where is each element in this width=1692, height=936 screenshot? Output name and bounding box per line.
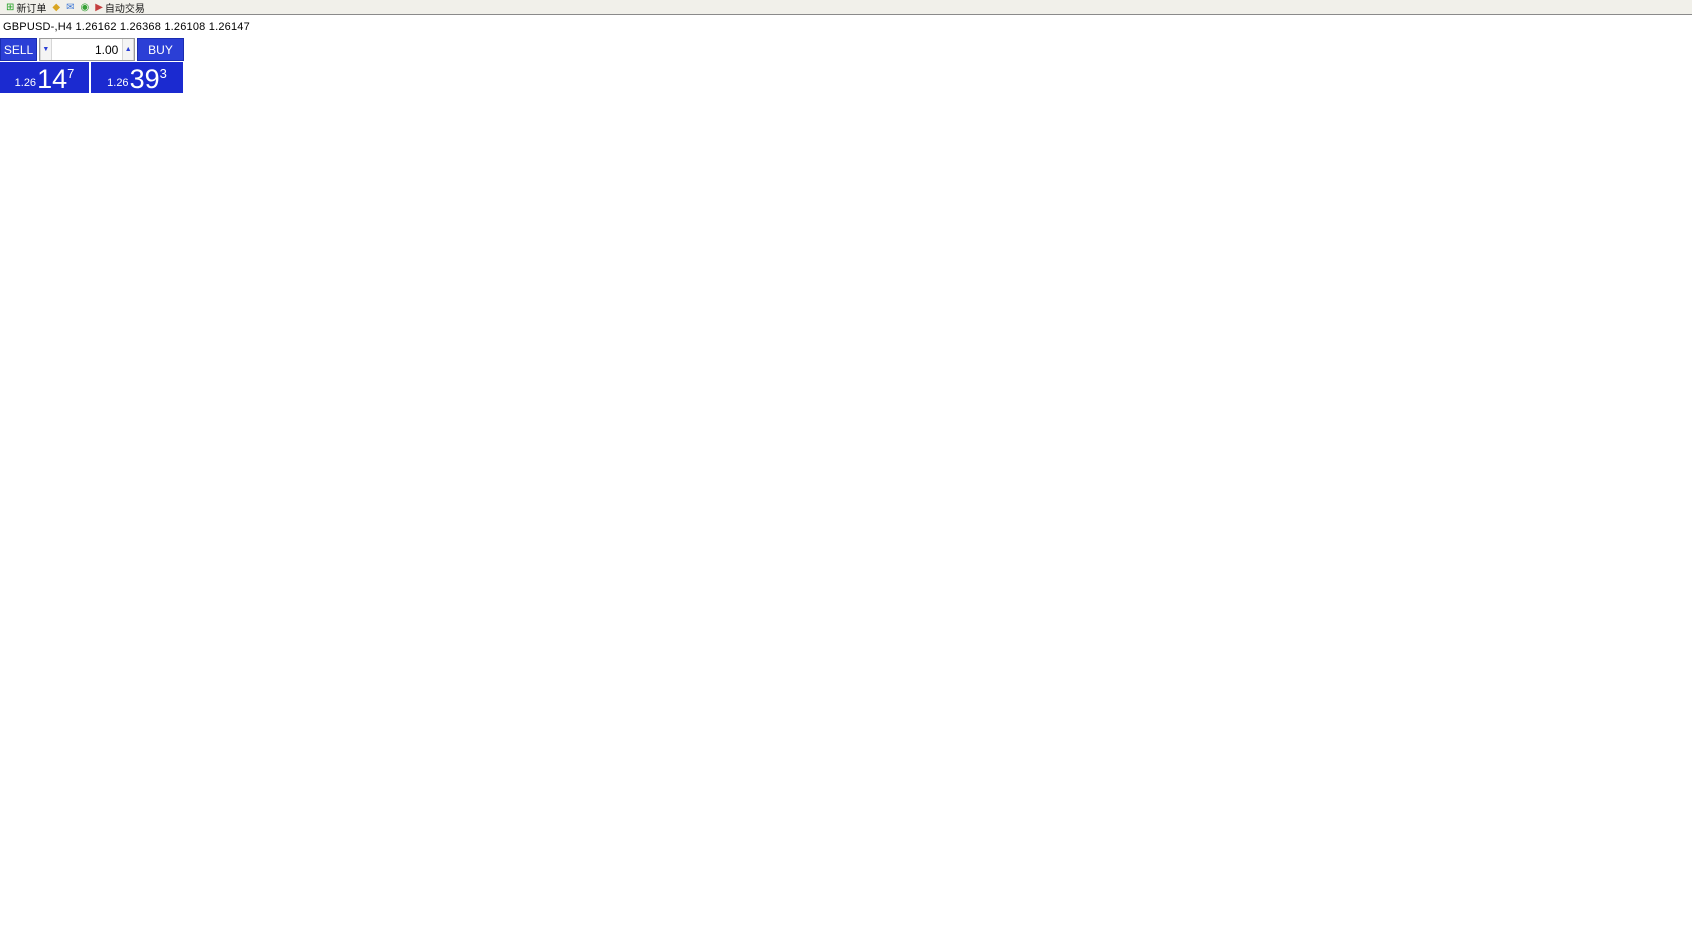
profiles-button[interactable]: ◆ (49, 1, 63, 14)
sell-price-main: 14 (37, 66, 67, 93)
buy-price-prefix: 1.26 (107, 77, 128, 89)
volume-increase-icon[interactable]: ▲ (122, 39, 134, 60)
sell-button[interactable]: SELL (0, 38, 37, 61)
sell-price[interactable]: 1.26 14 7 (0, 62, 89, 93)
buy-price[interactable]: 1.26 39 3 (91, 62, 183, 93)
autotrading-button[interactable]: ▶自动交易 (92, 1, 148, 14)
volume-stepper: ▼ ▲ (39, 38, 135, 61)
main-toolbar: ⊞新订单◆✉◉▶自动交易 (0, 0, 1692, 15)
buy-price-main: 39 (130, 66, 160, 93)
chart-symbol-ohlc: GBPUSD-,H4 1.26162 1.26368 1.26108 1.261… (3, 21, 250, 33)
one-click-trading-panel: SELL ▼ ▲ BUY 1.26 14 7 1.26 39 3 (0, 38, 184, 93)
volume-decrease-icon[interactable]: ▼ (40, 39, 52, 60)
new-order-button-label: 新订单 (16, 0, 46, 15)
autotrading-icon: ▶ (95, 2, 103, 13)
community-button[interactable]: ✉ (63, 1, 77, 14)
community-icon: ✉ (66, 2, 74, 13)
sell-price-prefix: 1.26 (15, 77, 36, 89)
signals-icon: ◉ (80, 2, 89, 13)
chart-area (0, 0, 1692, 936)
buy-price-pip: 3 (160, 66, 167, 81)
buy-button[interactable]: BUY (137, 38, 184, 61)
new-order-icon: ⊞ (6, 2, 14, 13)
profiles-icon: ◆ (52, 2, 60, 13)
signals-button[interactable]: ◉ (77, 1, 92, 14)
new-order-button[interactable]: ⊞新订单 (3, 1, 49, 14)
autotrading-button-label: 自动交易 (105, 0, 145, 15)
sell-price-pip: 7 (67, 66, 74, 81)
volume-input[interactable] (52, 39, 123, 60)
